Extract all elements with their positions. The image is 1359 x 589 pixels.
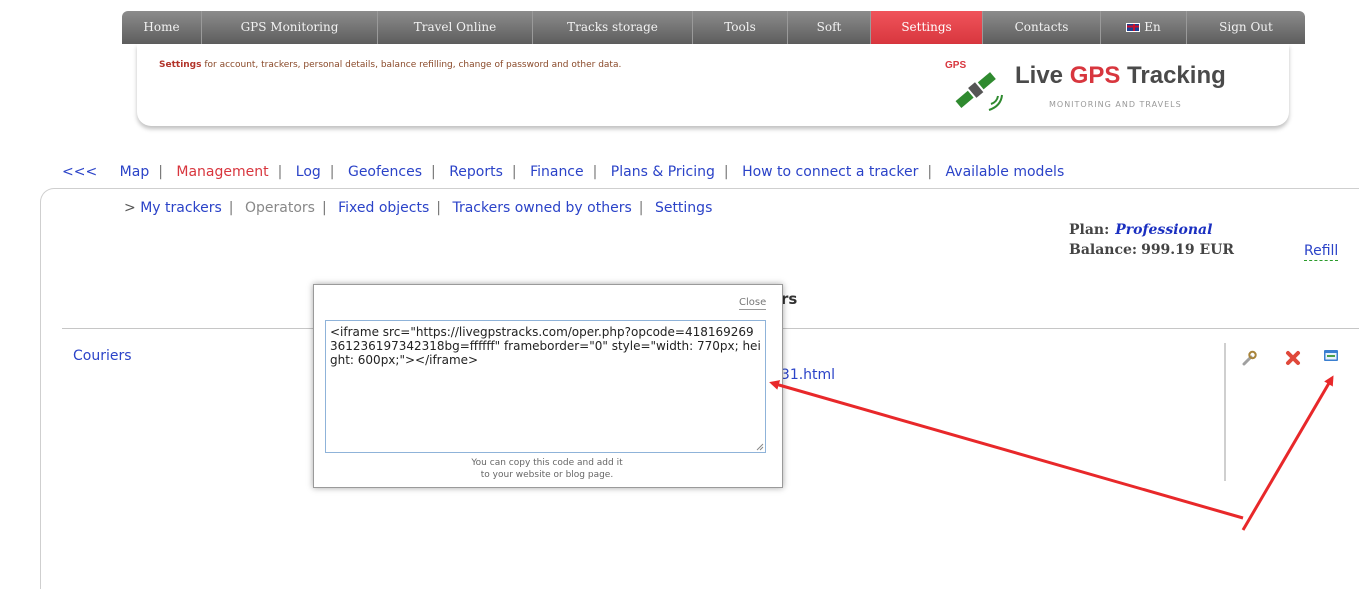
nav-map[interactable]: Map — [120, 164, 150, 180]
topnav-gps-monitoring[interactable]: GPS Monitoring — [202, 11, 378, 44]
wrench-icon[interactable] — [1241, 350, 1257, 366]
subnav-settings[interactable]: Settings — [655, 200, 712, 216]
topnav-tracks-storage[interactable]: Tracks storage — [533, 11, 693, 44]
modal-hint-line1: You can copy this code and add it — [471, 458, 623, 468]
subnav-operators: Operators — [244, 200, 315, 216]
logo-live: Live — [1015, 62, 1070, 89]
delete-icon[interactable] — [1285, 350, 1301, 366]
uk-flag-icon — [1126, 23, 1141, 32]
nav-plans-pricing[interactable]: Plans & Pricing — [611, 164, 715, 180]
header-description: Settings for account, trackers, personal… — [159, 60, 621, 70]
nav-log[interactable]: Log — [296, 164, 321, 180]
nav-reports[interactable]: Reports — [449, 164, 503, 180]
modal-hint: You can copy this code and add it to you… — [313, 457, 781, 481]
header-panel: Settings for account, trackers, personal… — [137, 44, 1289, 126]
nav-finance[interactable]: Finance — [530, 164, 584, 180]
nav-back-link[interactable]: <<< — [62, 164, 97, 180]
refill-link[interactable]: Refill — [1304, 243, 1339, 261]
balance-label: Balance: — [1069, 242, 1138, 258]
subnav-fixed-objects[interactable]: Fixed objects — [338, 200, 429, 216]
row-divider — [1224, 343, 1226, 481]
topnav-soft[interactable]: Soft — [788, 11, 871, 44]
topnav-settings[interactable]: Settings — [871, 11, 983, 44]
embed-code-textarea[interactable]: <iframe src="https://livegpstracks.com/o… — [325, 320, 766, 453]
topnav-contacts[interactable]: Contacts — [983, 11, 1101, 44]
topnav-language[interactable]: En — [1101, 11, 1187, 44]
plan-value: Professional — [1115, 222, 1213, 238]
logo-gps: GPS — [1069, 62, 1121, 89]
nav-how-to-connect[interactable]: How to connect a tracker — [742, 164, 918, 180]
management-nav: <<< Map | Management | Log | Geofences | Rep… — [62, 164, 1065, 180]
modal-hint-line2: to your website or blog page. — [480, 470, 614, 480]
topnav-home[interactable]: Home — [122, 11, 202, 44]
logo-tracking: Tracking — [1120, 62, 1226, 89]
subnav-prefix: > — [124, 200, 136, 216]
subnav-my-trackers[interactable]: My trackers — [140, 200, 222, 216]
topnav-tools[interactable]: Tools — [693, 11, 788, 44]
topnav-sign-out[interactable]: Sign Out — [1187, 11, 1305, 44]
nav-geofences[interactable]: Geofences — [348, 164, 422, 180]
topnav-travel-online[interactable]: Travel Online — [378, 11, 533, 44]
resize-handle-icon[interactable] — [756, 443, 764, 451]
nav-available-models[interactable]: Available models — [946, 164, 1065, 180]
embed-icon[interactable] — [1323, 348, 1339, 364]
header-desc-bold: Settings — [159, 60, 202, 70]
account-summary: Plan: Professional Balance: 999.19 EUR — [1069, 220, 1234, 260]
sub-nav: > My trackers | Operators | Fixed objects |… — [124, 200, 713, 216]
top-nav: Home GPS Monitoring Travel Online Tracks… — [122, 11, 1305, 44]
language-label: En — [1144, 20, 1161, 34]
section-title: rs — [781, 290, 798, 308]
operator-name-link[interactable]: Couriers — [73, 348, 132, 364]
subnav-trackers-owned-by-others[interactable]: Trackers owned by others — [452, 200, 631, 216]
logo-badge: GPS — [945, 60, 966, 71]
plan-label: Plan: — [1069, 222, 1110, 238]
balance-value: 999.19 EUR — [1141, 242, 1235, 258]
modal-close-button[interactable]: Close — [739, 297, 767, 310]
satellite-logo-icon: GPS — [945, 60, 1003, 111]
nav-management[interactable]: Management — [176, 164, 268, 180]
header-desc-text: for account, trackers, personal details,… — [201, 60, 622, 70]
logo-text: Live GPS Tracking — [1015, 62, 1226, 90]
logo-subtitle: MONITORING AND TRAVELS — [1049, 100, 1182, 109]
